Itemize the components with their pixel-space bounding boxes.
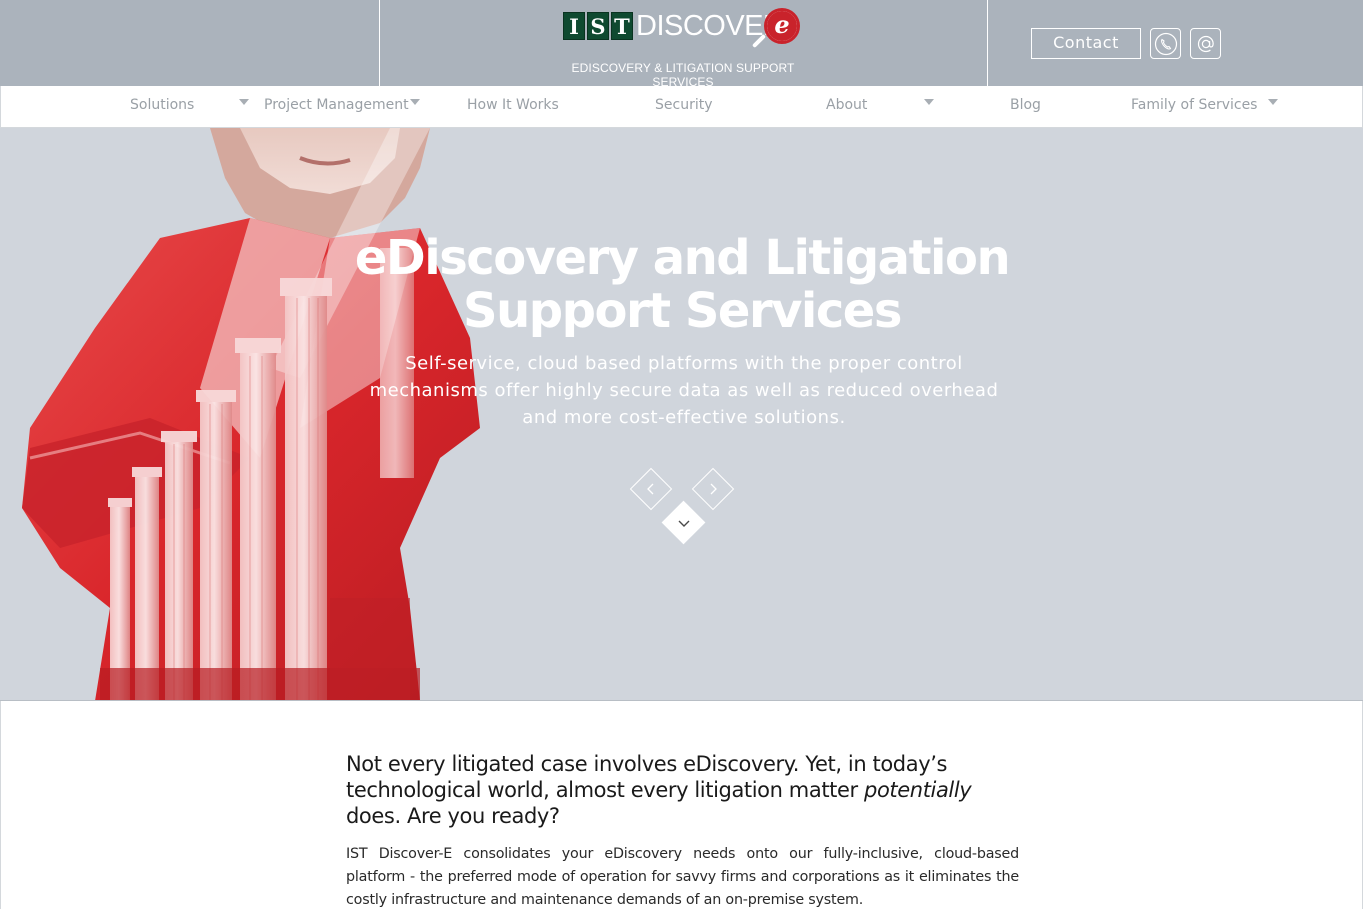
site-tagline: EDISCOVERY & LITIGATION SUPPORT SERVICES bbox=[571, 61, 795, 89]
intro-heading-part-2: does. Are you ready? bbox=[346, 804, 560, 828]
main-nav: Solutions Project Management How It Work… bbox=[0, 86, 1363, 128]
nav-item-blog[interactable]: Blog bbox=[1010, 97, 1041, 113]
chevron-down-icon[interactable] bbox=[924, 99, 934, 105]
intro-paragraph: IST Discover-E consolidates your eDiscov… bbox=[346, 846, 1019, 908]
nav-item-security[interactable]: Security bbox=[655, 97, 713, 113]
site-logo[interactable]: I S T DISCOVER e bbox=[563, 8, 808, 54]
hero-title-line-1: eDiscovery and Litigation bbox=[354, 230, 1011, 286]
site-header: I S T DISCOVER e EDISCOVERY & LITIGATION… bbox=[0, 0, 1363, 89]
hero-title-line-2: Support Services bbox=[463, 283, 902, 339]
phone-icon bbox=[1154, 32, 1177, 55]
chevron-right-icon bbox=[710, 483, 717, 495]
chevron-left-icon bbox=[647, 483, 654, 495]
contact-button[interactable]: Contact bbox=[1031, 28, 1141, 59]
logo-letter-s: S bbox=[587, 12, 609, 40]
chevron-down-icon[interactable] bbox=[410, 99, 420, 105]
logo-letter-t: T bbox=[611, 12, 633, 40]
phone-button[interactable] bbox=[1150, 28, 1181, 59]
hero-subtitle: Self-service, cloud based platforms with… bbox=[369, 353, 999, 428]
intro-section: Not every litigated case involves eDisco… bbox=[0, 701, 1363, 909]
header-divider-right bbox=[987, 0, 988, 86]
header-divider-left bbox=[379, 0, 380, 86]
nav-item-family-of-services[interactable]: Family of Services bbox=[1131, 97, 1257, 113]
hero-title: eDiscovery and Litigation Support Servic… bbox=[300, 232, 1064, 338]
intro-heading-emphasis: potentially bbox=[864, 778, 972, 802]
logo-letter-i: I bbox=[563, 12, 585, 40]
email-button[interactable] bbox=[1190, 28, 1221, 59]
intro-heading: Not every litigated case involves eDisco… bbox=[346, 751, 1026, 829]
nav-item-project-management[interactable]: Project Management bbox=[264, 97, 409, 113]
hero-banner: eDiscovery and Litigation Support Servic… bbox=[0, 128, 1363, 701]
logo-e-letter: e bbox=[767, 11, 797, 41]
nav-item-solutions[interactable]: Solutions bbox=[130, 97, 194, 113]
nav-item-how-it-works[interactable]: How It Works bbox=[467, 97, 559, 113]
nav-item-about[interactable]: About bbox=[826, 97, 867, 113]
intro-heading-part-1: Not every litigated case involves eDisco… bbox=[346, 752, 948, 802]
chevron-down-icon bbox=[678, 520, 690, 527]
email-icon bbox=[1197, 35, 1214, 52]
chevron-down-icon[interactable] bbox=[1268, 99, 1278, 105]
logo-e-badge: e bbox=[764, 8, 800, 44]
chevron-down-icon[interactable] bbox=[239, 99, 249, 105]
